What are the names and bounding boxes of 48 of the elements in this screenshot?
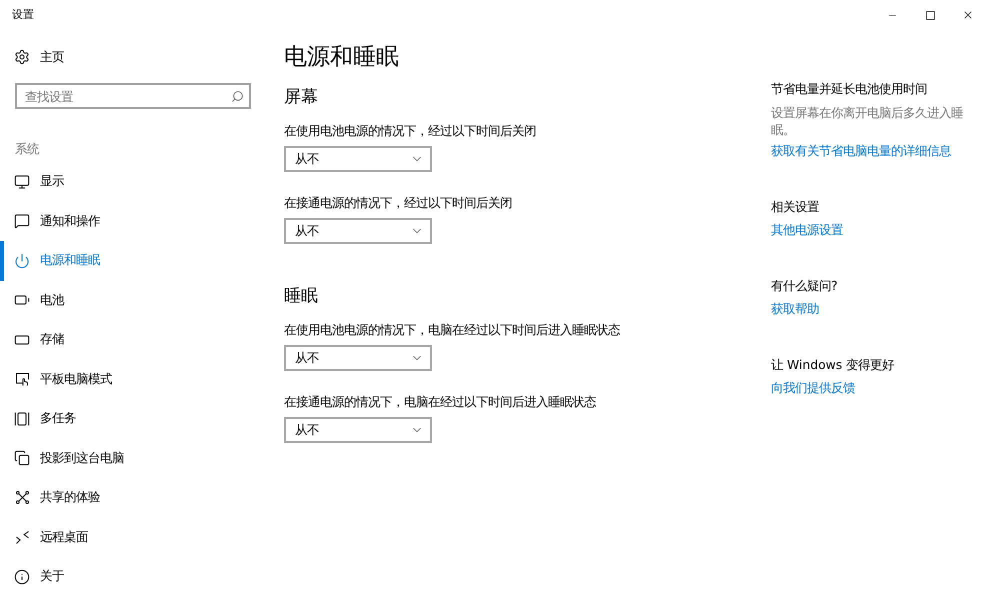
info-heading: 节省电量并延长电池使用时间 [771, 80, 927, 98]
info-heading: 相关设置 [771, 198, 819, 216]
setting-label: 在接通电源的情况下，经过以下时间后关闭 [284, 194, 512, 212]
info-heading: 让 Windows 变得更好 [771, 356, 894, 374]
maximize-icon [924, 10, 936, 20]
dropdown[interactable]: 从不 [284, 345, 432, 371]
cross-nodes-icon [16, 491, 28, 504]
speech-bubble-icon [14, 213, 30, 230]
chevrons-icon [16, 530, 28, 544]
info-heading: 有什么疑问? [771, 277, 838, 295]
setting-label: 在使用电池电源的情况下，电脑在经过以下时间后进入睡眠状态 [284, 321, 620, 339]
settings-icon [14, 49, 30, 65]
window-stack-icon [14, 410, 30, 427]
home-button[interactable]: 主页 [0, 37, 265, 77]
monitor-icon [14, 174, 30, 190]
section-heading: 睡眠 [284, 285, 318, 308]
sidebar-item[interactable]: 关于 [0, 557, 265, 596]
window-title: 设置 [11, 8, 34, 22]
sidebar-item[interactable]: 电池 [0, 280, 265, 320]
search-icon [231, 90, 244, 102]
help-link[interactable]: 向我们提供反馈 [771, 379, 855, 397]
sidebar-item[interactable]: 电源和睡眠 [0, 241, 265, 280]
help-link[interactable]: 获取有关节省电脑电量的详细信息 [771, 142, 951, 160]
sidebar-item[interactable]: 投影到这台电脑 [0, 438, 265, 478]
section-label: 系统 [14, 140, 39, 158]
setting-label: 在使用电池电源的情况下，经过以下时间后关闭 [284, 122, 536, 140]
tablet-touch-icon [16, 372, 28, 386]
info-icon [14, 568, 30, 585]
section-heading: 屏幕 [284, 86, 318, 109]
dropdown[interactable]: 从不 [284, 146, 432, 172]
dropdown[interactable]: 从不 [284, 417, 432, 443]
power-icon [14, 252, 30, 269]
sidebar-item[interactable]: 显示 [0, 162, 265, 202]
search-field[interactable]: 查找设置 [15, 83, 251, 109]
sidebar-item[interactable]: 通知和操作 [0, 202, 265, 241]
info-description: 设置屏幕在你离开电脑后多久进入睡眠。 [771, 104, 964, 138]
help-link[interactable]: 获取帮助 [771, 300, 819, 318]
help-link[interactable]: 其他电源设置 [771, 221, 843, 239]
sidebar-item[interactable]: 共享的体验 [0, 478, 265, 518]
sidebar-item[interactable]: 平板电脑模式 [0, 360, 265, 399]
sidebar-item[interactable]: 存储 [0, 320, 265, 360]
sidebar-item[interactable]: 远程桌面 [0, 518, 265, 557]
sidebar-item[interactable]: 多任务 [0, 399, 265, 438]
close-icon [962, 9, 974, 21]
setting-label: 在接通电源的情况下，电脑在经过以下时间后进入睡眠状态 [284, 393, 596, 411]
page-title: 电源和睡眠 [284, 43, 399, 72]
overlapping-windows-icon [14, 450, 30, 466]
dropdown[interactable]: 从不 [284, 218, 432, 244]
